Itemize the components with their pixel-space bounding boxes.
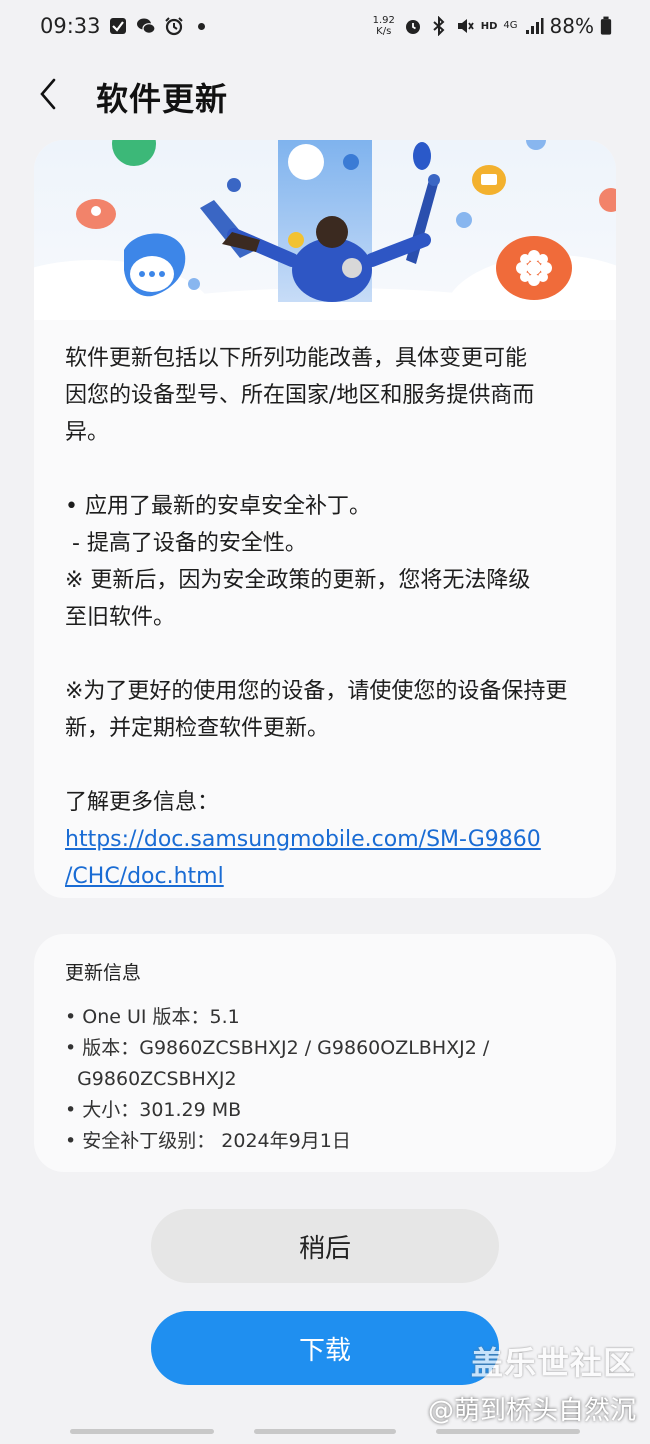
- keep-updated-paragraph: ※为了更好的使用您的设备，请使使您的设备保持更 新，并定期检查软件更新。: [65, 673, 595, 747]
- update-info-card: 更新信息 • One UI 版本：5.1 • 版本：G9860ZCSBHXJ2 …: [34, 934, 616, 1172]
- more-info-label: 了解更多信息：: [65, 790, 220, 815]
- battery-icon: [600, 16, 612, 35]
- later-button[interactable]: 稍后: [151, 1209, 499, 1283]
- nav-back-button[interactable]: [436, 1429, 580, 1434]
- alarm-icon: [165, 17, 183, 36]
- status-bar: 09:33 1.92 K/s HD 4G 88%: [0, 0, 650, 56]
- release-notes-card: 软件更新包括以下所列功能改善，具体变更可能 因您的设备型号、所在国家/地区和服务…: [34, 140, 616, 898]
- update-illustration: [34, 140, 616, 320]
- info-item-one-ui-version: • One UI 版本：5.1: [65, 1006, 240, 1028]
- community-watermark: 盖乐世社区: [470, 1344, 636, 1382]
- update-info-list: • One UI 版本：5.1 • 版本：G9860ZCSBHXJ2 / G98…: [65, 1002, 605, 1157]
- nav-home-button[interactable]: [254, 1429, 396, 1434]
- author-watermark: @萌到桥头自然沉: [427, 1396, 636, 1426]
- system-icons: 1.92 K/s HD 4G 88%: [371, 14, 612, 38]
- info-item-build-version: • 版本：G9860ZCSBHXJ2 / G9860OZLBHXJ2 /: [65, 1037, 490, 1059]
- more-info-link[interactable]: /CHC/doc.html: [65, 858, 595, 895]
- status-time: 09:33: [40, 14, 101, 38]
- info-item-build-version-cont: G9860ZCSBHXJ2: [65, 1068, 237, 1090]
- chevron-left-icon: [40, 78, 56, 110]
- net-speed-unit: K/s: [376, 26, 392, 37]
- battery-percent: 88%: [549, 14, 594, 38]
- alarm-clock-icon: [405, 20, 420, 34]
- wechat-icon: [137, 18, 156, 34]
- app-header: 软件更新: [0, 60, 650, 132]
- more-info-section: 了解更多信息： https://doc.samsungmobile.com/SM…: [65, 784, 595, 895]
- more-info-link[interactable]: https://doc.samsungmobile.com/SM-G9860: [65, 821, 595, 858]
- intro-line: 异。: [65, 420, 110, 445]
- more-notifications-dot: [198, 22, 205, 30]
- downgrade-note: 至旧软件。: [65, 605, 176, 630]
- net-speed: 1.92 K/s: [371, 15, 397, 37]
- intro-paragraph: 软件更新包括以下所列功能改善，具体变更可能 因您的设备型号、所在国家/地区和服务…: [65, 340, 595, 451]
- release-notes-body: 软件更新包括以下所列功能改善，具体变更可能 因您的设备型号、所在国家/地区和服务…: [65, 340, 595, 895]
- hd-voice-label: HD: [480, 20, 498, 32]
- info-item-size: • 大小：301.29 MB: [65, 1099, 242, 1121]
- page-title: 软件更新: [96, 80, 229, 118]
- navigation-bar: [0, 1428, 650, 1444]
- update-info-title: 更新信息: [65, 962, 142, 984]
- checkbox-notification-icon: [110, 18, 126, 34]
- keep-updated-note: 新，并定期检查软件更新。: [65, 716, 330, 741]
- keep-updated-note: ※为了更好的使用您的设备，请使使您的设备保持更: [65, 679, 568, 704]
- notification-icons: [108, 16, 205, 36]
- mute-icon: [457, 19, 474, 33]
- network-type: 4G: [503, 20, 518, 31]
- bluetooth-icon: [433, 16, 445, 36]
- signal-icon: [525, 18, 544, 34]
- info-item-security-patch: • 安全补丁级别： 2024年9月1日: [65, 1130, 351, 1152]
- nav-recent-button[interactable]: [70, 1429, 214, 1434]
- intro-line: 因您的设备型号、所在国家/地区和服务提供商而: [65, 383, 535, 408]
- downgrade-note: ※ 更新后，因为安全政策的更新，您将无法降级: [65, 568, 531, 593]
- net-speed-value: 1.92: [372, 15, 395, 26]
- intro-line: 软件更新包括以下所列功能改善，具体变更可能: [65, 346, 528, 371]
- change-sub-bullet: - 提高了设备的安全性。: [65, 531, 307, 556]
- changes-paragraph: • 应用了最新的安卓安全补丁。 - 提高了设备的安全性。 ※ 更新后，因为安全政…: [65, 488, 595, 636]
- back-button[interactable]: [28, 72, 68, 116]
- change-bullet: • 应用了最新的安卓安全补丁。: [65, 494, 371, 519]
- download-button[interactable]: 下载: [151, 1311, 499, 1385]
